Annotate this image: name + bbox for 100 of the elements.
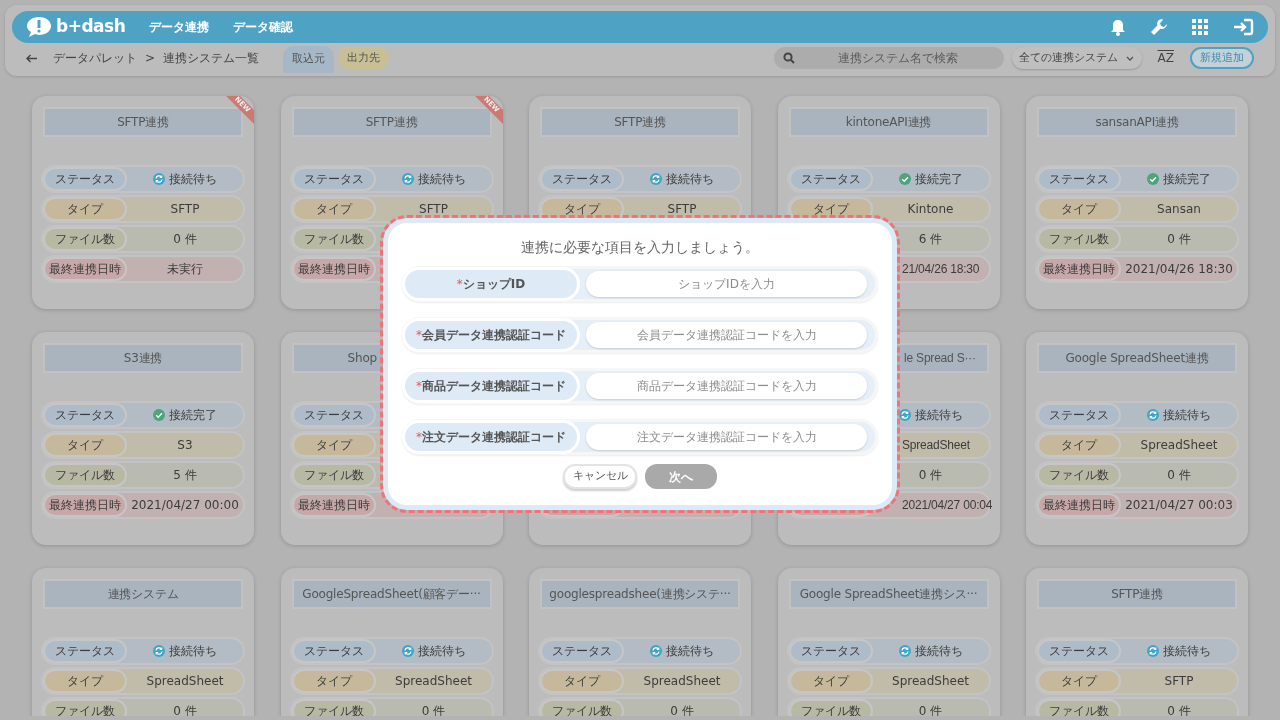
field-label: タイプ xyxy=(291,433,376,457)
field-value: 0 件 xyxy=(421,703,446,716)
card-title: SFTP連携 xyxy=(540,107,740,137)
field-label: タイプ xyxy=(291,197,376,221)
field-label: ステータス xyxy=(788,167,873,191)
field-value: 接続待ち xyxy=(417,643,466,660)
field-value: 接続待ち xyxy=(1163,407,1211,424)
field-label: ファイル数 xyxy=(1037,463,1121,487)
field-label: ステータス xyxy=(43,167,127,191)
field-label: 最終連携日時 xyxy=(291,257,376,281)
field-value: 接続待ち xyxy=(169,643,217,660)
card-title: GoogleSpreadSheet(顧客デー··· xyxy=(291,579,492,609)
field-label: ステータス xyxy=(43,403,127,427)
field-value: 0 件 xyxy=(1167,231,1191,248)
card-title: SFTP連携 xyxy=(1037,579,1237,609)
field-value: 0 件 xyxy=(173,703,197,716)
field-label: ファイル数 xyxy=(1037,227,1121,251)
field-label: 最終連携日時 xyxy=(1037,257,1121,281)
field-value: 接続待ち xyxy=(914,407,963,424)
field-value: 0 件 xyxy=(918,467,943,484)
field-label: ファイル数 xyxy=(291,699,376,716)
field-label: ステータス xyxy=(291,403,376,427)
field-label: ファイル数 xyxy=(1037,699,1121,716)
field-value: 接続待ち xyxy=(914,643,963,660)
field-label: ファイル数 xyxy=(291,463,376,487)
card-title: sansanAPI連携 xyxy=(1037,107,1237,137)
field-value: SFTP xyxy=(170,201,200,218)
field-label: 最終連携日時 xyxy=(43,493,127,517)
field-label: ステータス xyxy=(540,167,624,191)
field-value: SpreadSheet xyxy=(1140,437,1218,454)
field-label: 最終連携日時 xyxy=(1037,493,1121,517)
field-value: 接続待ち xyxy=(666,643,714,660)
field-value: 0 件 xyxy=(918,703,943,716)
field-label: ステータス xyxy=(291,639,376,663)
field-label: タイプ xyxy=(540,669,624,693)
field-label: タイプ xyxy=(43,433,127,457)
field-label: タイプ xyxy=(43,197,127,221)
field-value: SpreadSheet xyxy=(892,673,969,690)
field-value: 21/04/26 18:30 xyxy=(902,261,980,278)
field-value: 接続完了 xyxy=(914,171,963,188)
card-title: kintoneAPI連携 xyxy=(788,107,989,137)
field-value: S3 xyxy=(177,437,193,454)
card-title: 連携システム xyxy=(43,579,243,609)
field-label: ステータス xyxy=(291,167,376,191)
field-value: SpreadSheet xyxy=(395,673,472,690)
field-label: タイプ xyxy=(788,669,873,693)
field-label: 最終連携日時 xyxy=(43,257,127,281)
field-label: ステータス xyxy=(540,639,624,663)
card-title: Google SpreadSheet連携 xyxy=(1037,343,1237,373)
field-label: タイプ xyxy=(43,669,127,693)
field-label: ステータス xyxy=(1037,403,1121,427)
field-label: タイプ xyxy=(291,669,376,693)
field-value: 0 件 xyxy=(173,231,197,248)
field-label: *商品データ連携認証コード xyxy=(402,369,580,403)
breadcrumb-separator: > xyxy=(145,50,156,67)
field-value: 接続待ち xyxy=(1163,643,1211,660)
field-value: 接続待ち xyxy=(666,171,714,188)
card-title: googlespreadshee(連携システ··· xyxy=(540,579,740,609)
field-value: SFTP xyxy=(667,201,697,218)
field-value: 2021/04/27 00:04 xyxy=(902,497,993,514)
field-value: Kintone xyxy=(907,201,954,218)
field-value: 接続待ち xyxy=(169,171,217,188)
field-value: 0 件 xyxy=(1167,467,1191,484)
field-label: ファイル数 xyxy=(43,227,127,251)
field-label: *ショップID xyxy=(402,267,580,301)
field-value: 2021/04/27 00:00 xyxy=(131,497,239,514)
field-label: ファイル数 xyxy=(291,227,376,251)
field-value: 0 件 xyxy=(1167,703,1191,716)
field-value: SpreadSheet xyxy=(146,673,224,690)
field-label: ステータス xyxy=(43,639,127,663)
field-label: タイプ xyxy=(1037,669,1121,693)
field-value: 接続完了 xyxy=(1163,171,1211,188)
field-value: SpreadSheet xyxy=(643,673,721,690)
field-value: SFTP xyxy=(419,201,448,218)
field-label: ステータス xyxy=(1037,639,1121,663)
field-label: ステータス xyxy=(788,639,873,663)
field-value: 0 件 xyxy=(670,703,694,716)
field-label: タイプ xyxy=(1037,433,1121,457)
field-value: 2021/04/26 18:30 xyxy=(1125,261,1233,278)
field-label: ファイル数 xyxy=(540,699,624,716)
field-value: 接続完了 xyxy=(169,407,217,424)
field-value: 2021/04/27 00:03 xyxy=(1125,497,1233,514)
field-value: 5 件 xyxy=(173,467,197,484)
field-label: *会員データ連携認証コード xyxy=(402,318,580,352)
card-title: SFTP連携 xyxy=(291,107,492,137)
field-label: *注文データ連携認証コード xyxy=(402,420,580,454)
card-title: Google SpreadSheet連携シス··· xyxy=(788,579,989,609)
field-label: タイプ xyxy=(1037,197,1121,221)
field-label: ファイル数 xyxy=(43,699,127,716)
field-label: ステータス xyxy=(1037,167,1121,191)
field-value: SFTP xyxy=(1164,673,1194,690)
field-value: 6 件 xyxy=(918,231,943,248)
field-value: 未実行 xyxy=(167,261,203,278)
field-value: Sansan xyxy=(1157,201,1201,218)
field-value: SpreadSheet xyxy=(902,437,970,454)
field-label: ファイル数 xyxy=(43,463,127,487)
card-title: SFTP連携 xyxy=(43,107,243,137)
card-title: S3連携 xyxy=(43,343,243,373)
field-label: ファイル数 xyxy=(788,699,873,716)
breadcrumb-item: 連携システム一覧 xyxy=(163,50,260,67)
